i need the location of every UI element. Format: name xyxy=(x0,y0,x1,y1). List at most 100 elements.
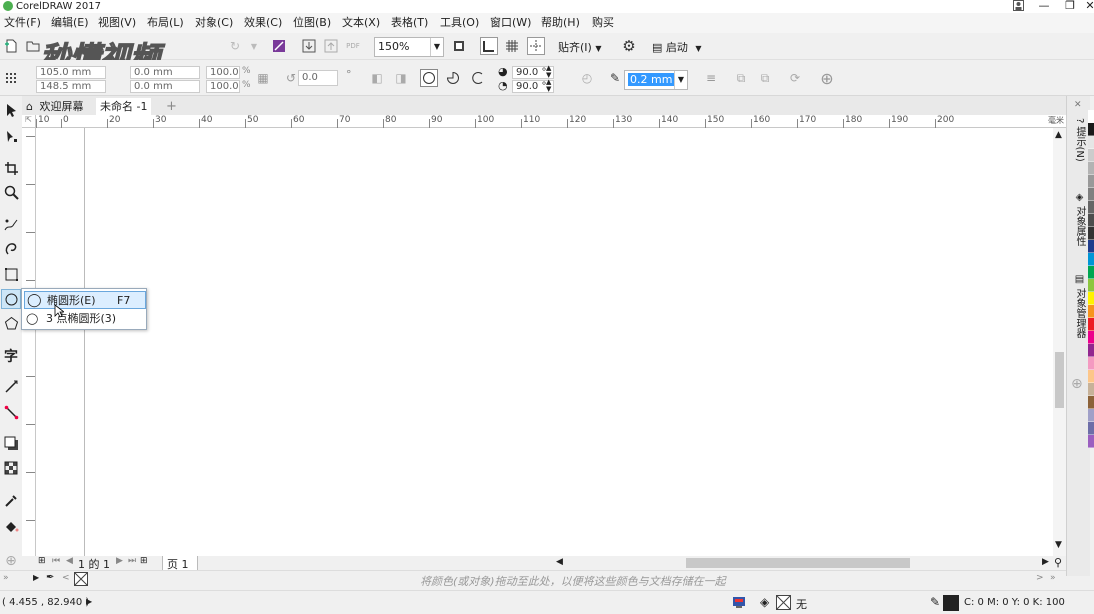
add-page-icon[interactable]: ⊞ xyxy=(140,556,148,566)
text-wrap-icon[interactable]: ≡ xyxy=(702,69,720,87)
color-swatch[interactable] xyxy=(1088,149,1094,162)
rotation-field[interactable]: 0.0 xyxy=(298,70,338,86)
menu-window[interactable]: 窗口(W) xyxy=(490,16,531,30)
page-options-icon[interactable]: ⊞ xyxy=(38,556,46,566)
connector-tool[interactable] xyxy=(1,402,21,422)
fill-indicator-icon[interactable]: ◈ xyxy=(760,595,769,609)
crop-tool[interactable] xyxy=(1,158,21,178)
object-origin-icon[interactable] xyxy=(2,69,20,87)
artistic-media-tool[interactable] xyxy=(1,238,21,258)
publish-pdf-icon[interactable]: PDF xyxy=(344,37,362,55)
vertical-scroll-thumb[interactable] xyxy=(1055,352,1064,408)
add-icon[interactable]: ⊕ xyxy=(818,69,836,88)
color-swatch[interactable] xyxy=(1088,188,1094,201)
color-swatch[interactable] xyxy=(1088,357,1094,370)
color-swatch[interactable] xyxy=(1088,123,1094,136)
snap-to-dropdown[interactable]: 贴齐(I) ▼ xyxy=(558,39,601,55)
previous-page-icon[interactable]: ◀ xyxy=(66,556,73,566)
ellipse-tool[interactable] xyxy=(1,289,21,309)
change-direction-icon[interactable]: ◴ xyxy=(578,69,596,87)
lock-ratio-icon[interactable]: ▦ xyxy=(254,69,272,87)
import-icon[interactable] xyxy=(300,37,318,55)
color-swatch[interactable] xyxy=(1088,279,1094,292)
color-swatch[interactable] xyxy=(1088,162,1094,175)
gear-icon[interactable]: ⚙ xyxy=(620,37,638,55)
docker-tab-hints[interactable]: ? 提示(N) xyxy=(1070,118,1088,162)
tab-welcome[interactable]: ⌂ 欢迎屏幕 xyxy=(22,98,87,115)
fill-none-swatch[interactable] xyxy=(776,595,791,610)
drop-shadow-tool[interactable] xyxy=(1,433,21,453)
menu-help[interactable]: 帮助(H) xyxy=(541,16,580,30)
redo-dropdown-icon[interactable]: ▼ xyxy=(245,37,263,55)
color-swatch[interactable] xyxy=(1088,344,1094,357)
status-menu-icon[interactable]: ▶ xyxy=(86,597,92,606)
launch-dropdown[interactable]: ▤ 启动 ▼ xyxy=(652,39,702,55)
ellipse-mode-icon[interactable] xyxy=(420,69,438,87)
convert-to-curves-icon[interactable]: ⟳ xyxy=(786,69,804,87)
x-position-field[interactable]: 105.0 mm xyxy=(36,66,106,79)
eyedropper-tool[interactable] xyxy=(1,490,21,510)
menu-view[interactable]: 视图(V) xyxy=(98,16,136,30)
user-icon[interactable] xyxy=(1010,0,1026,13)
menu-edit[interactable]: 编辑(E) xyxy=(51,16,89,30)
vertical-ruler[interactable] xyxy=(22,128,36,556)
color-swatch[interactable] xyxy=(1088,201,1094,214)
add-tool-icon[interactable]: ⊕ xyxy=(1,551,21,571)
show-rulers-icon[interactable] xyxy=(480,37,498,55)
scroll-left-icon[interactable]: ◀ xyxy=(556,557,563,567)
interactive-fill-tool[interactable] xyxy=(1,516,21,536)
mirror-vertical-icon[interactable]: ◨ xyxy=(392,69,410,87)
palette-menu-icon[interactable]: ▶ xyxy=(33,573,39,582)
menu-effects[interactable]: 效果(C) xyxy=(244,16,282,30)
parallel-dimension-tool[interactable] xyxy=(1,376,21,396)
scale-y-field[interactable]: 100.0 xyxy=(206,80,240,93)
zoom-tool[interactable] xyxy=(1,182,21,202)
menu-file[interactable]: 文件(F) xyxy=(4,16,41,30)
color-swatch[interactable] xyxy=(1088,396,1094,409)
color-swatch[interactable] xyxy=(1088,266,1094,279)
color-swatch[interactable] xyxy=(1088,110,1094,123)
freehand-tool[interactable] xyxy=(1,214,21,234)
docker-tab-properties[interactable]: ◈ 对象属性 xyxy=(1070,192,1088,246)
outline-pen-status-icon[interactable]: ✎ xyxy=(930,595,940,609)
end-angle-spinner[interactable]: ▲ ▼ xyxy=(546,79,551,93)
pie-mode-icon[interactable] xyxy=(444,69,462,87)
close-button[interactable]: ✕ xyxy=(1082,0,1094,13)
zoom-level-combo[interactable]: 150% ▼ xyxy=(374,37,444,57)
menu-bitmap[interactable]: 位图(B) xyxy=(293,16,331,30)
drawing-canvas[interactable] xyxy=(36,128,1053,556)
export-icon[interactable] xyxy=(322,37,340,55)
color-swatch[interactable] xyxy=(1088,331,1094,344)
outline-width-combo[interactable]: 0.2 mm ▼ xyxy=(624,70,688,90)
full-screen-icon[interactable] xyxy=(450,37,468,55)
scale-x-field[interactable]: 100.0 xyxy=(206,66,240,79)
menu-table[interactable]: 表格(T) xyxy=(391,16,428,30)
shape-tool[interactable] xyxy=(1,126,21,146)
color-proof-icon[interactable] xyxy=(732,595,746,612)
menu-tools[interactable]: 工具(O) xyxy=(440,16,479,30)
horizontal-scroll-thumb[interactable] xyxy=(686,558,910,568)
flyout-item-3point-ellipse[interactable]: ◯ 3 点椭圆形(3) xyxy=(24,310,146,328)
redo-icon[interactable]: ↻ xyxy=(226,37,244,55)
color-swatch[interactable] xyxy=(1088,370,1094,383)
color-swatch[interactable] xyxy=(1088,305,1094,318)
horizontal-ruler[interactable]: 10 0 20 30 40 50 60 70 80 90 100 110 120 130 140 150 160… xyxy=(36,115,1066,128)
menu-object[interactable]: 对象(C) xyxy=(195,16,233,30)
palette-right-icon[interactable]: > xyxy=(1036,573,1044,583)
rectangle-tool[interactable] xyxy=(1,264,21,284)
show-guidelines-icon[interactable] xyxy=(527,37,545,55)
color-swatch[interactable] xyxy=(1088,409,1094,422)
new-tab-button[interactable]: + xyxy=(162,98,181,115)
to-back-icon[interactable]: ⧉ xyxy=(756,69,774,87)
start-angle-spinner[interactable]: ▲ ▼ xyxy=(546,65,551,79)
color-swatch[interactable] xyxy=(1088,175,1094,188)
menu-buy[interactable]: 购买 xyxy=(592,16,614,30)
color-swatch[interactable] xyxy=(1088,136,1094,149)
mirror-horizontal-icon[interactable]: ◧ xyxy=(368,69,386,87)
transparency-tool[interactable] xyxy=(1,458,21,478)
height-field[interactable]: 0.0 mm xyxy=(130,80,200,93)
last-page-icon[interactable]: ⏭ xyxy=(128,556,136,566)
menu-text[interactable]: 文本(X) xyxy=(342,16,380,30)
palette-end-icon[interactable]: » xyxy=(1050,573,1056,583)
add-docker-icon[interactable]: ⊕ xyxy=(1071,376,1083,392)
